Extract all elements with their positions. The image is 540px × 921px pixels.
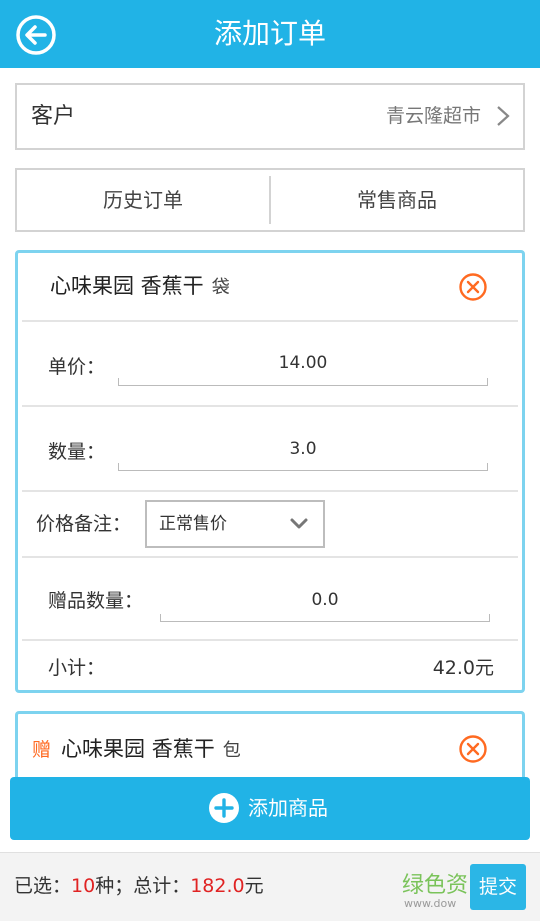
quantity-label: 数量： [48, 441, 106, 463]
gift-tag: 赠 [32, 739, 52, 761]
gift-item-unit: 包 [222, 740, 241, 761]
watermark-logo: 绿色资 [402, 873, 469, 898]
subtotal-row: 小计： 42.0元 [22, 639, 518, 690]
unit-price-label: 单价： [48, 356, 106, 378]
price-note-label: 价格备注： [36, 513, 132, 535]
customer-selector[interactable]: 客户 青云隆超市 [15, 83, 525, 150]
app-header: 添加订单 [0, 0, 540, 68]
tab-frequent-products[interactable]: 常售商品 [271, 170, 523, 230]
subtotal-label: 小计： [48, 657, 106, 679]
page-title: 添加订单 [213, 17, 326, 50]
unit-price-row: 单价： 14.00 [22, 320, 518, 405]
quantity-row: 数量： 3.0 [22, 405, 518, 490]
order-summary: 已选：10种；总计：182.0元 [14, 853, 264, 920]
add-product-label: 添加商品 [248, 796, 328, 820]
summary-total-suffix: 元 [244, 875, 264, 897]
remove-item-icon[interactable] [458, 272, 488, 302]
order-source-tabs: 历史订单 常售商品 [15, 168, 525, 232]
watermark-url: www.dow [404, 897, 457, 910]
customer-value: 青云隆超市 [385, 105, 481, 127]
summary-count-suffix: 种；总计： [95, 875, 191, 897]
gift-qty-label: 赠品数量： [48, 590, 144, 612]
subtotal-value: 42.0元 [432, 657, 494, 679]
chevron-right-icon [497, 106, 510, 126]
tab-history-orders[interactable]: 历史订单 [17, 170, 269, 230]
unit-price-underline [118, 378, 488, 386]
item-header: 心味果园 香蕉干袋 [18, 253, 522, 320]
total-amount: 182.0 [190, 875, 245, 897]
quantity-input[interactable]: 3.0 [118, 439, 488, 459]
gift-qty-input[interactable]: 0.0 [160, 590, 490, 610]
selected-count: 10 [71, 875, 96, 897]
plus-circle-icon [209, 793, 239, 823]
chevron-down-icon [290, 518, 308, 529]
gift-item-name: 心味果园 香蕉干 [61, 737, 215, 761]
order-item-card: 心味果园 香蕉干袋 单价： 14.00 数量： 3.0 价格备注： 正常售价 赠… [15, 250, 525, 693]
unit-price-input[interactable]: 14.00 [118, 353, 488, 373]
price-note-select[interactable]: 正常售价 [145, 500, 325, 548]
add-product-button[interactable]: 添加商品 [10, 777, 530, 840]
gift-qty-row: 赠品数量： 0.0 [22, 556, 518, 639]
gift-qty-underline [160, 614, 490, 622]
item-name-line: 心味果园 香蕉干袋 [50, 253, 230, 321]
price-note-row: 价格备注： 正常售价 [22, 490, 518, 556]
item-unit: 袋 [211, 277, 230, 298]
item-name: 心味果园 香蕉干 [50, 274, 204, 298]
remove-gift-item-icon[interactable] [458, 734, 488, 764]
quantity-underline [118, 463, 488, 471]
gift-item-name-line: 赠心味果园 香蕉干包 [32, 714, 241, 786]
submit-button[interactable]: 提交 [470, 864, 526, 910]
customer-label: 客户 [31, 104, 76, 129]
bottom-summary-bar: 已选：10种；总计：182.0元 绿色资 www.dow 提交 [0, 852, 540, 921]
summary-prefix: 已选： [14, 875, 72, 897]
price-note-value: 正常售价 [159, 514, 227, 534]
